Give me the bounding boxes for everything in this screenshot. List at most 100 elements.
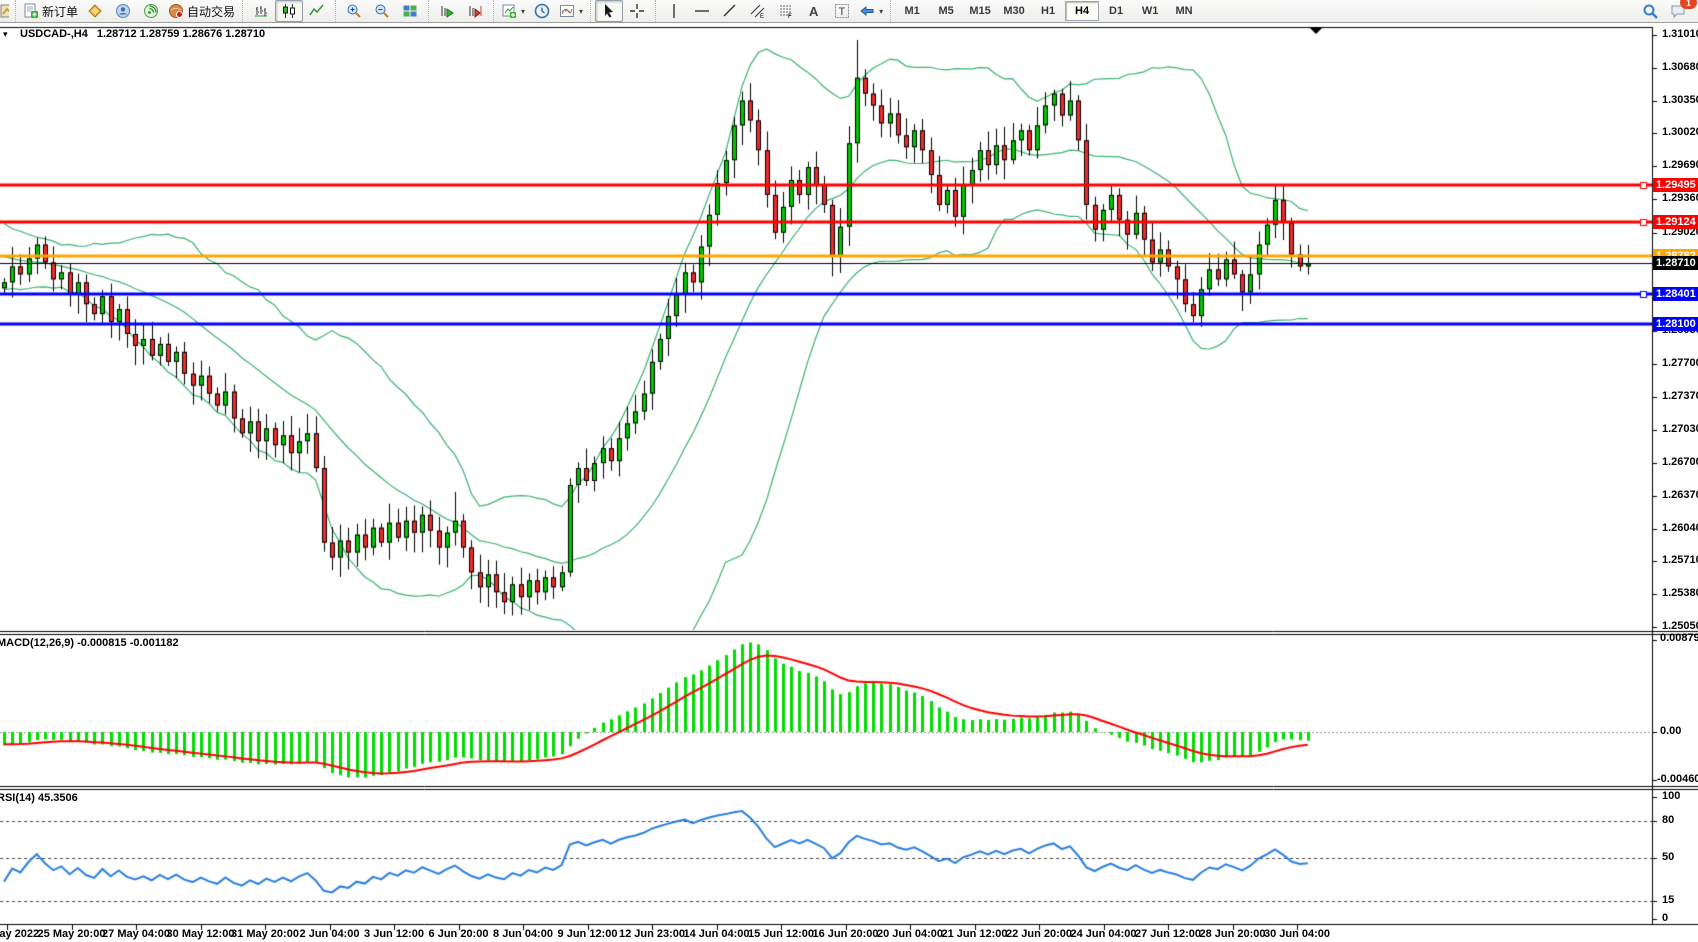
macd-axis-tick: -0.004601 [1657, 773, 1698, 785]
cursor-arrow-icon [601, 3, 617, 19]
rsi-axis-tick: 15 [1662, 894, 1674, 906]
clock-button[interactable] [528, 0, 556, 22]
price-axis-tick: 1.30680 [1662, 61, 1698, 73]
rsi-axis-tick: 0 [1662, 912, 1668, 924]
macd-name: MACD(12,26,9) [0, 637, 74, 649]
toolbar-group-lines: E F A T ▾ [655, 0, 890, 22]
svg-text:T: T [839, 6, 846, 18]
chart-context-arrow-icon[interactable]: ▾ [3, 29, 8, 40]
equidistant-channel-button[interactable]: E [744, 0, 772, 22]
search-button[interactable] [1636, 0, 1664, 22]
text-button[interactable]: A [800, 0, 828, 22]
price-line-label: 1.29124 [1653, 215, 1698, 229]
cursor-button[interactable] [595, 0, 623, 22]
toolbar-group-right: 1 [1632, 0, 1698, 22]
new-chart-icon [501, 3, 517, 19]
timeframe-m1-button[interactable]: M1 [895, 1, 929, 21]
price-axis-tick: 1.31010 [1662, 28, 1698, 40]
new-order-button[interactable]: 新订单 [20, 0, 81, 22]
signals-button[interactable] [137, 0, 165, 22]
notifications-button[interactable]: 1 [1664, 0, 1692, 22]
price-axis-tick: 1.30350 [1662, 94, 1698, 106]
notification-badge: 1 [1680, 0, 1697, 9]
toolbar-group-scroll [428, 0, 493, 22]
time-axis-label: 24 May 2022 [0, 928, 39, 940]
rsi-axis-tick: 50 [1662, 851, 1674, 863]
chart-shift-button[interactable] [461, 0, 489, 22]
gold-diamond-icon [87, 3, 103, 19]
price-line-label: 1.28401 [1653, 287, 1698, 301]
fibonacci-button[interactable]: F [772, 0, 800, 22]
fibonacci-icon: F [778, 3, 794, 19]
time-axis-label: 24 Jun 04:00 [1070, 928, 1136, 940]
horizontal-line-button[interactable] [688, 0, 716, 22]
toolbar-group-objects: ▾ ▾ [493, 0, 590, 22]
new-chart-button[interactable]: ▾ [498, 0, 528, 22]
price-axis-tick: 1.29360 [1662, 192, 1698, 204]
community-button[interactable] [109, 0, 137, 22]
zoom-out-button[interactable] [368, 0, 396, 22]
toolbar-group-timeframes: M1 M5 M15 M30 H1 H4 D1 W1 MN [890, 0, 1205, 22]
time-axis-label: 12 Jun 23:00 [619, 928, 685, 940]
text-label-button[interactable]: T [828, 0, 856, 22]
shapes-dropdown-arrow[interactable]: ▾ [879, 7, 883, 16]
indicators-button[interactable]: ▾ [556, 0, 586, 22]
gold-button[interactable] [81, 0, 109, 22]
time-axis-label: 8 Jun 04:00 [493, 928, 553, 940]
trendline-icon [722, 3, 738, 19]
auto-scroll-button[interactable] [433, 0, 461, 22]
zoom-out-icon [374, 3, 390, 19]
price-axis-tick: 1.29690 [1662, 159, 1698, 171]
timeframe-w1-button[interactable]: W1 [1133, 1, 1167, 21]
time-axis-label: 21 Jun 12:00 [941, 928, 1007, 940]
new-chart-dropdown-arrow[interactable]: ▾ [521, 7, 525, 16]
price-axis-tick: 1.25050 [1662, 620, 1698, 632]
current-price-label: 1.28710 [1653, 256, 1698, 270]
timeframe-m5-button[interactable]: M5 [929, 1, 963, 21]
timeframe-h1-button[interactable]: H1 [1031, 1, 1065, 21]
price-axis-tick: 1.27370 [1662, 390, 1698, 402]
clipped-edge-icon [0, 3, 9, 19]
crosshair-button[interactable] [623, 0, 651, 22]
timeframe-h4-button[interactable]: H4 [1065, 1, 1099, 21]
line-chart-button[interactable] [303, 0, 331, 22]
candlestick-chart-icon [281, 3, 297, 19]
timeframe-m30-button[interactable]: M30 [997, 1, 1031, 21]
price-axis-tick: 1.25710 [1662, 554, 1698, 566]
time-axis-label: 20 Jun 04:00 [877, 928, 943, 940]
shapes-button[interactable]: ▾ [856, 0, 886, 22]
chart-canvas[interactable] [0, 0, 1698, 942]
tile-windows-button[interactable] [396, 0, 424, 22]
time-axis-label: 22 Jun 20:00 [1006, 928, 1072, 940]
time-axis-label: 2 Jun 04:00 [300, 928, 360, 940]
chart-shift-icon [467, 3, 483, 19]
candlestick-chart-button[interactable] [275, 0, 303, 22]
line-chart-icon [309, 3, 325, 19]
autotrading-button[interactable]: 自动交易 [165, 0, 238, 22]
zoom-in-button[interactable] [340, 0, 368, 22]
new-order-label: 新订单 [42, 3, 78, 20]
indicators-icon [559, 3, 575, 19]
timeframe-m15-button[interactable]: M15 [963, 1, 997, 21]
toolbar-group-cursor [590, 0, 655, 22]
time-axis-label: 15 Jun 12:00 [748, 928, 814, 940]
price-line-label: 1.29495 [1653, 178, 1698, 192]
timeframe-d1-button[interactable]: D1 [1099, 1, 1133, 21]
main-toolbar: 新订单 自动交易 [0, 0, 1698, 23]
price-axis-tick: 1.27030 [1662, 423, 1698, 435]
trendline-button[interactable] [716, 0, 744, 22]
text-icon: A [806, 3, 822, 19]
indicators-dropdown-arrow[interactable]: ▾ [579, 7, 583, 16]
macd-label: MACD(12,26,9) -0.000815 -0.001182 [0, 637, 179, 649]
rsi-axis-tick: 80 [1662, 814, 1674, 826]
tile-windows-icon [402, 3, 418, 19]
community-icon [115, 3, 131, 19]
rsi-name: RSI(14) [0, 792, 35, 804]
bar-chart-button[interactable] [247, 0, 275, 22]
timeframe-mn-button[interactable]: MN [1167, 1, 1201, 21]
macd-values: -0.000815 -0.001182 [77, 637, 179, 649]
vertical-line-button[interactable] [660, 0, 688, 22]
horizontal-line-icon [694, 3, 710, 19]
svg-text:A: A [809, 4, 819, 19]
price-axis-tick: 1.27700 [1662, 357, 1698, 369]
